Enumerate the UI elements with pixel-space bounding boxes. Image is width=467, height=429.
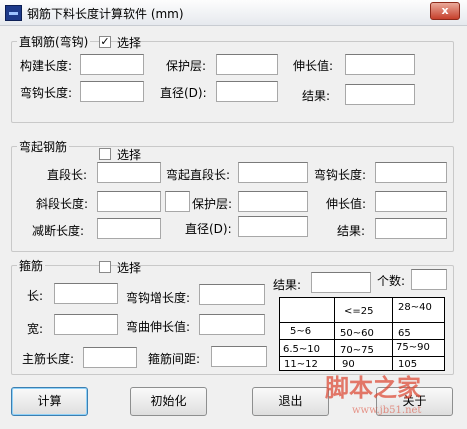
label-cover-straight: 保护层: xyxy=(166,59,207,73)
hook-length-input-bent[interactable] xyxy=(375,162,447,183)
label-result-bent: 结果: xyxy=(337,224,366,238)
cover-input-straight[interactable] xyxy=(216,54,278,75)
window-title: 钢筋下料长度计算软件 (mm) xyxy=(27,7,184,21)
label-elongation-straight: 伸长值: xyxy=(293,59,334,73)
label-diameter-bent: 直径(D): xyxy=(185,222,232,236)
main-bar-length-input[interactable] xyxy=(83,347,137,368)
count-input[interactable] xyxy=(411,269,447,290)
title-bar: 钢筋下料长度计算软件 (mm) x xyxy=(0,0,467,26)
bent-bar-check-label: 选择 xyxy=(117,148,142,162)
label-result-stirrup: 结果: xyxy=(273,278,302,292)
watermark-title: 脚本之家 xyxy=(325,373,421,402)
stirrup-checkbox[interactable] xyxy=(99,261,111,273)
label-bent-straight-length: 弯起直段长: xyxy=(166,168,231,182)
length-input-stirrup[interactable] xyxy=(54,283,118,304)
table-divider xyxy=(334,298,335,370)
straight-bar-checkbox[interactable]: ✓ xyxy=(99,36,111,48)
table-cell: 6.5~10 xyxy=(283,344,321,355)
label-slope-length: 斜段长度: xyxy=(36,197,89,211)
table-cell: 70~75 xyxy=(340,345,374,356)
spacing-input[interactable] xyxy=(211,346,267,367)
table-cell: 11~12 xyxy=(284,359,318,370)
hook-increment-input[interactable] xyxy=(199,284,265,305)
label-width-stirrup: 宽: xyxy=(27,322,44,336)
label-count: 个数: xyxy=(377,274,406,288)
slope-length-input[interactable] xyxy=(97,191,161,212)
table-divider xyxy=(280,322,444,323)
cover-input-bent[interactable] xyxy=(238,191,308,212)
label-main-bar-length: 主筋长度: xyxy=(22,352,75,366)
label-result-straight: 结果: xyxy=(302,89,331,103)
reference-table: <=25 28~40 5~6 50~60 65 6.5~10 70~75 75~… xyxy=(279,297,445,371)
calculate-button[interactable]: 计算 xyxy=(11,387,88,416)
close-button[interactable]: x xyxy=(430,2,460,20)
label-hook-length-bent: 弯钩长度: xyxy=(314,168,367,182)
label-hook-length-straight: 弯钩长度: xyxy=(20,86,73,100)
label-spacing: 箍筋间距: xyxy=(148,352,201,366)
label-length-stirrup: 长: xyxy=(27,289,44,303)
label-construct-length: 构建长度: xyxy=(20,59,73,73)
cut-length-input[interactable] xyxy=(97,218,161,239)
elongation-input-bent[interactable] xyxy=(375,191,447,212)
app-icon xyxy=(5,5,22,21)
slope-extra-input[interactable] xyxy=(165,191,190,212)
straight-bar-group-label: 直钢筋(弯钩) xyxy=(17,33,91,50)
label-elongation-bent: 伸长值: xyxy=(326,197,367,211)
stirrup-check-label: 选择 xyxy=(117,261,142,275)
label-cut-length: 减断长度: xyxy=(32,224,85,238)
bend-elongation-input[interactable] xyxy=(199,314,265,335)
result-input-bent[interactable] xyxy=(375,218,447,239)
label-bend-elongation: 弯曲伸长值: xyxy=(126,320,191,334)
diameter-input-straight[interactable] xyxy=(216,81,278,102)
bent-bar-checkbox[interactable] xyxy=(99,148,111,160)
initialize-button[interactable]: 初始化 xyxy=(130,387,207,416)
bent-bar-group-label: 弯起钢筋 xyxy=(17,138,70,155)
result-input-stirrup[interactable] xyxy=(311,272,371,293)
straight-bar-check-label: 选择 xyxy=(117,36,142,50)
table-header-cell: <=25 xyxy=(344,306,374,317)
table-cell: 65 xyxy=(398,328,411,339)
watermark-url: www.jb51.net xyxy=(352,405,422,416)
elongation-input-straight[interactable] xyxy=(345,54,415,75)
result-input-straight[interactable] xyxy=(345,84,415,105)
table-cell: 50~60 xyxy=(340,328,374,339)
width-input-stirrup[interactable] xyxy=(54,314,118,335)
bent-straight-length-input[interactable] xyxy=(238,162,308,183)
label-hook-increment: 弯钩增长度: xyxy=(126,291,191,305)
label-straight-length: 直段长: xyxy=(47,168,88,182)
table-cell: 5~6 xyxy=(290,326,312,337)
diameter-input-bent[interactable] xyxy=(238,216,308,237)
exit-button[interactable]: 退出 xyxy=(252,387,329,416)
table-header-cell: 28~40 xyxy=(398,302,432,313)
table-divider xyxy=(392,298,393,370)
table-divider xyxy=(280,356,444,357)
hook-length-input-straight[interactable] xyxy=(80,81,144,102)
label-cover-bent: 保护层: xyxy=(192,197,233,211)
straight-length-input[interactable] xyxy=(97,162,161,183)
table-divider xyxy=(280,339,444,340)
table-cell: 75~90 xyxy=(396,342,430,353)
stirrup-group-label: 箍筋 xyxy=(17,257,46,274)
label-diameter-straight: 直径(D): xyxy=(160,86,207,100)
construct-length-input[interactable] xyxy=(80,54,144,75)
